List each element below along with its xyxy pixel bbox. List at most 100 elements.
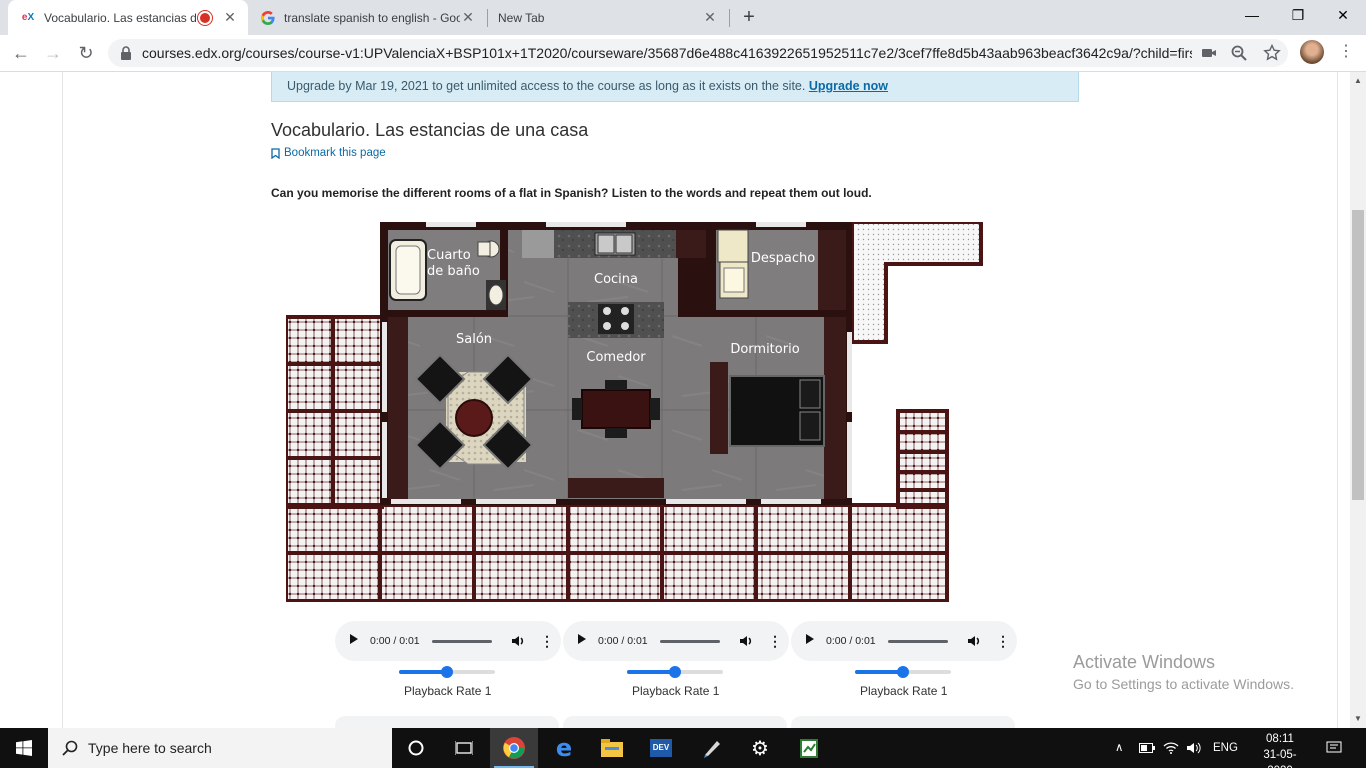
tab-vocabulario[interactable]: eX Vocabulario. Las estancias de ✕ — [8, 0, 248, 35]
restore-icon[interactable]: ❐ — [1275, 0, 1321, 30]
start-button[interactable] — [0, 728, 48, 768]
edx-favicon-icon: eX — [21, 12, 35, 23]
bookmark-label: Bookmark this page — [284, 147, 386, 159]
audio-player[interactable] — [563, 716, 787, 728]
scroll-thumb[interactable] — [1352, 210, 1364, 500]
minimize-icon[interactable]: — — [1229, 0, 1275, 30]
lock-icon — [121, 46, 131, 60]
play-icon[interactable] — [806, 634, 814, 644]
playback-rate-label: Playback Rate 1 — [404, 684, 492, 698]
zoom-icon[interactable] — [1230, 44, 1248, 62]
windows-taskbar: Type here to search e DEV ⚙ ∧ ENG 08:11 … — [0, 728, 1366, 777]
google-favicon-icon — [260, 10, 276, 26]
camera-icon[interactable] — [1200, 44, 1218, 62]
browser-toolbar: ← → ↻ courses.edx.org/courses/course-v1:… — [0, 35, 1366, 72]
close-icon[interactable]: ✕ — [222, 9, 238, 26]
task-view-icon[interactable] — [440, 728, 488, 768]
room-label-kitchen: Cocina — [594, 272, 638, 287]
dev-app-icon[interactable]: DEV — [637, 728, 685, 768]
scroll-up-arrow-icon[interactable]: ▲ — [1354, 76, 1362, 85]
banner-text: Upgrade by Mar 19, 2021 to get unlimited… — [287, 79, 806, 93]
volume-icon[interactable] — [739, 634, 753, 648]
upgrade-now-link[interactable]: Upgrade now — [809, 79, 888, 93]
system-clock[interactable]: 08:11 31-05-2020 — [1252, 731, 1308, 779]
volume-tray-icon[interactable] — [1186, 728, 1202, 768]
show-hidden-icons-icon[interactable]: ∧ — [1115, 728, 1123, 768]
room-label-living: Salón — [456, 332, 492, 347]
instruction-text: Can you memorise the different rooms of … — [271, 186, 872, 200]
bookmark-button[interactable]: Bookmark this page — [271, 147, 386, 159]
audio-player[interactable]: 0:00 / 0:01 ⋮ — [563, 621, 789, 661]
wifi-icon[interactable] — [1163, 728, 1179, 768]
watermark-title: Activate Windows — [1073, 652, 1216, 672]
taskbar-search-box[interactable]: Type here to search — [48, 728, 392, 768]
volume-icon[interactable] — [967, 634, 981, 648]
room-label-dining: Comedor — [586, 350, 646, 365]
page-scrollbar[interactable]: ▲ ▼ — [1350, 72, 1366, 728]
tab-new-tab[interactable]: New Tab ✕ — [488, 0, 728, 35]
slider-fill — [855, 670, 903, 674]
floor-plan-image: Cuarto de baño Cocina Despacho Salón Com… — [286, 222, 983, 602]
activate-windows-watermark: Activate Windows Go to Settings to activ… — [1073, 652, 1294, 692]
back-arrow-icon[interactable]: ← — [7, 39, 35, 67]
slider-knob[interactable] — [441, 666, 453, 678]
audio-time: 0:00 / 0:01 — [598, 635, 648, 647]
window-close-icon[interactable]: ✕ — [1320, 0, 1366, 30]
scroll-down-arrow-icon[interactable]: ▼ — [1354, 714, 1362, 723]
pen-app-icon[interactable] — [688, 728, 736, 768]
play-icon[interactable] — [578, 634, 586, 644]
room-label-office: Despacho — [751, 251, 815, 266]
audio-time: 0:00 / 0:01 — [826, 635, 876, 647]
chrome-taskbar-icon[interactable] — [490, 728, 538, 768]
battery-icon[interactable] — [1139, 728, 1155, 768]
browser-menu-icon[interactable]: ⋮ — [1338, 41, 1354, 63]
playback-rate-label: Playback Rate 1 — [632, 684, 720, 698]
tab-translate[interactable]: translate spanish to english - Goo ✕ — [248, 0, 486, 35]
star-icon[interactable] — [1263, 44, 1281, 62]
more-options-icon[interactable]: ⋮ — [768, 630, 782, 652]
playback-rate-slider[interactable] — [627, 662, 723, 680]
play-icon[interactable] — [350, 634, 358, 644]
audio-seek-bar[interactable] — [660, 640, 720, 643]
dining-table — [581, 389, 651, 429]
audio-player[interactable]: 0:00 / 0:01 ⋮ — [791, 621, 1017, 661]
audio-player[interactable] — [791, 716, 1015, 728]
audio-seek-bar[interactable] — [432, 640, 492, 643]
room-label-bedroom: Dormitorio — [730, 342, 799, 357]
audio-player[interactable]: 0:00 / 0:01 ⋮ — [335, 621, 561, 661]
room-label-bathroom-1: Cuarto — [427, 248, 471, 263]
clock-date: 31-05-2020 — [1263, 749, 1297, 777]
browser-tabstrip: eX Vocabulario. Las estancias de ✕ trans… — [0, 0, 1366, 35]
more-options-icon[interactable]: ⋮ — [540, 630, 554, 652]
room-label-bathroom-2: de baño — [427, 264, 480, 279]
profile-avatar[interactable] — [1300, 40, 1324, 64]
notifications-icon[interactable] — [1326, 728, 1342, 768]
more-options-icon[interactable]: ⋮ — [996, 630, 1010, 652]
page-title: Vocabulario. Las estancias de una casa — [271, 120, 589, 140]
address-bar[interactable]: courses.edx.org/courses/course-v1:UPVale… — [108, 39, 1288, 67]
input-language[interactable]: ENG — [1213, 728, 1238, 768]
new-tab-plus-icon[interactable]: + — [737, 5, 761, 29]
playback-rate-slider[interactable] — [855, 662, 951, 680]
close-icon[interactable]: ✕ — [702, 9, 718, 26]
volume-icon[interactable] — [511, 634, 525, 648]
audio-player[interactable] — [335, 716, 559, 728]
playback-rate-slider[interactable] — [399, 662, 495, 680]
terrace-stairs — [898, 411, 947, 507]
notepad-app-icon[interactable] — [785, 728, 833, 768]
close-icon[interactable]: ✕ — [460, 9, 476, 26]
url-text: courses.edx.org/courses/course-v1:UPVale… — [142, 45, 1192, 61]
edge-taskbar-icon[interactable]: e — [540, 728, 588, 768]
audio-seek-bar[interactable] — [888, 640, 948, 643]
slider-fill — [627, 670, 675, 674]
slider-knob[interactable] — [897, 666, 909, 678]
search-icon — [62, 740, 78, 756]
cortana-icon[interactable] — [392, 728, 440, 768]
bookmark-icon — [271, 147, 280, 159]
settings-gear-icon[interactable]: ⚙ — [736, 728, 784, 768]
file-explorer-icon[interactable] — [588, 728, 636, 768]
windows-logo-icon — [16, 740, 32, 756]
slider-knob[interactable] — [669, 666, 681, 678]
reload-icon[interactable]: ↻ — [72, 39, 100, 67]
forward-arrow-icon[interactable]: → — [39, 39, 67, 67]
